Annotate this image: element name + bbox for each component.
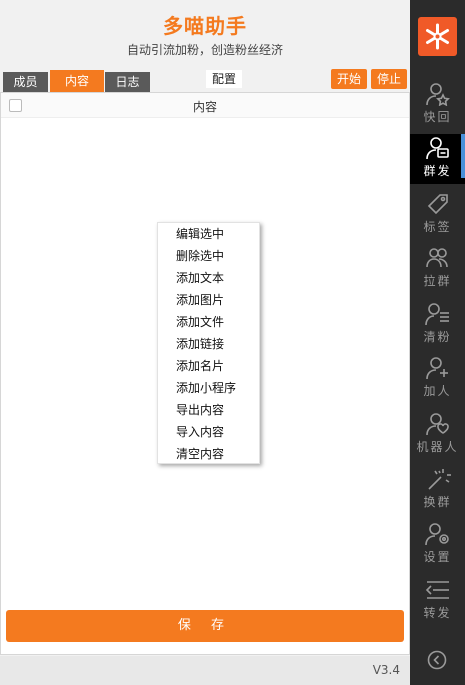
menu-item-clear-content[interactable]: 清空内容 bbox=[158, 443, 259, 465]
status-bar: V3.4 bbox=[0, 656, 410, 685]
stop-button[interactable]: 停止 bbox=[371, 69, 407, 89]
sidebar-item-label: 设置 bbox=[423, 550, 452, 564]
tab-members[interactable]: 成员 bbox=[3, 72, 48, 92]
sidebar: 快回 群发 标签 拉群 清粉 加人 机器人 换群 设置 转发 bbox=[410, 0, 465, 685]
menu-item-delete-selected[interactable]: 删除选中 bbox=[158, 245, 259, 267]
context-menu: 编辑选中 删除选中 添加文本 添加图片 添加文件 添加链接 添加名片 添加小程序… bbox=[157, 222, 260, 464]
menu-item-add-link[interactable]: 添加链接 bbox=[158, 333, 259, 355]
menu-item-import-content[interactable]: 导入内容 bbox=[158, 421, 259, 443]
user-star-icon bbox=[426, 83, 450, 106]
sidebar-item-label: 转发 bbox=[423, 606, 452, 620]
sidebar-item-forward[interactable]: 转发 bbox=[410, 576, 465, 626]
sidebar-item-label: 机器人 bbox=[416, 440, 459, 454]
app-logo[interactable] bbox=[418, 17, 457, 56]
sidebar-item-label: 加人 bbox=[423, 384, 452, 398]
tag-icon bbox=[427, 194, 448, 215]
forward-list-icon bbox=[425, 581, 449, 599]
config-button[interactable]: 配置 bbox=[206, 70, 242, 88]
user-heart-icon bbox=[426, 413, 449, 436]
table-header: 内容 bbox=[1, 93, 409, 118]
app-subtitle: 自动引流加粉，创造粉丝经济 bbox=[126, 43, 283, 57]
user-message-icon bbox=[426, 137, 449, 160]
chevron-left-circle-icon[interactable] bbox=[427, 650, 447, 670]
sidebar-item-robot[interactable]: 机器人 bbox=[410, 410, 465, 460]
sidebar-item-mass-send[interactable]: 群发 bbox=[410, 134, 465, 184]
sidebar-item-settings[interactable]: 设置 bbox=[410, 520, 465, 570]
sidebar-item-add-people[interactable]: 加人 bbox=[410, 354, 465, 404]
sidebar-item-label: 群发 bbox=[423, 164, 452, 178]
menu-item-add-image[interactable]: 添加图片 bbox=[158, 289, 259, 311]
sidebar-item-label: 标签 bbox=[423, 220, 452, 234]
tab-bar: 成员 内容 日志 配置 开始 停止 bbox=[0, 64, 410, 92]
tab-log[interactable]: 日志 bbox=[105, 72, 150, 92]
sidebar-item-tags[interactable]: 标签 bbox=[410, 190, 465, 240]
column-header-content: 内容 bbox=[192, 100, 217, 114]
group-icon bbox=[426, 248, 448, 268]
version-label: V3.4 bbox=[372, 663, 400, 677]
menu-item-edit-selected[interactable]: 编辑选中 bbox=[158, 223, 259, 245]
user-list-icon bbox=[425, 303, 449, 326]
menu-item-export-content[interactable]: 导出内容 bbox=[158, 399, 259, 421]
sidebar-item-label: 清粉 bbox=[423, 330, 452, 344]
menu-item-add-text[interactable]: 添加文本 bbox=[158, 267, 259, 289]
sidebar-item-label: 换群 bbox=[423, 495, 452, 509]
start-button[interactable]: 开始 bbox=[331, 69, 367, 89]
sidebar-item-switch-group[interactable]: 换群 bbox=[410, 465, 465, 515]
sidebar-item-quick-reply[interactable]: 快回 bbox=[410, 80, 465, 130]
save-button[interactable]: 保 存 bbox=[6, 610, 404, 642]
menu-item-add-file[interactable]: 添加文件 bbox=[158, 311, 259, 333]
magic-wand-icon bbox=[428, 469, 451, 490]
user-add-icon bbox=[426, 357, 448, 380]
app-window: 多喵助手 自动引流加粉，创造粉丝经济 成员 内容 日志 配置 开始 停止 内容 … bbox=[0, 0, 465, 685]
asterisk-logo-icon bbox=[426, 23, 449, 50]
header: 多喵助手 自动引流加粉，创造粉丝经济 bbox=[0, 0, 410, 64]
tab-content[interactable]: 内容 bbox=[50, 70, 104, 92]
sidebar-item-label: 快回 bbox=[423, 110, 452, 124]
menu-item-add-card[interactable]: 添加名片 bbox=[158, 355, 259, 377]
sidebar-item-pull-group[interactable]: 拉群 bbox=[410, 244, 465, 294]
user-settings-icon bbox=[425, 523, 449, 546]
menu-item-add-mini-program[interactable]: 添加小程序 bbox=[158, 377, 259, 399]
sidebar-item-label: 拉群 bbox=[423, 274, 452, 288]
sidebar-item-clean-fans[interactable]: 清粉 bbox=[410, 300, 465, 350]
app-title: 多喵助手 bbox=[163, 14, 247, 38]
